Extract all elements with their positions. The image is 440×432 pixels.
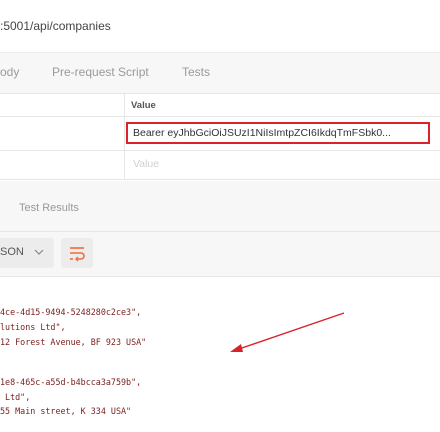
annotation-arrow-icon	[230, 312, 345, 352]
row-divider	[0, 150, 440, 151]
format-select[interactable]: SON	[0, 238, 54, 268]
request-url-bar[interactable]: :5001/api/companies	[0, 0, 440, 53]
response-tabs: Test Results	[0, 181, 440, 232]
code-line: Ltd",	[0, 392, 31, 402]
header-row-divider	[0, 116, 440, 117]
code-line: 1e8-465c-a55d-b4bcca3a759b",	[0, 377, 142, 387]
authorization-value-field[interactable]: Bearer eyJhbGciOiJSUzI1NiIsImtpZCI6IkdqT…	[126, 122, 430, 144]
column-divider	[124, 94, 125, 180]
postman-window: :5001/api/companies ody Pre-request Scri…	[0, 0, 440, 432]
request-url[interactable]: :5001/api/companies	[0, 19, 111, 33]
wrap-lines-icon	[70, 247, 85, 262]
authorization-value-text: Bearer eyJhbGciOiJSUzI1NiIsImtpZCI6IkdqT…	[133, 127, 391, 139]
tab-pre-request-script[interactable]: Pre-request Script	[52, 65, 149, 79]
code-line: 12 Forest Avenue, BF 923 USA"	[0, 337, 147, 347]
code-line: 4ce-4d15-9494-5248280c2ce3",	[0, 307, 142, 317]
tab-body[interactable]: ody	[0, 65, 19, 79]
headers-table: Value Bearer eyJhbGciOiJSUzI1NiIsImtpZCI…	[0, 94, 440, 180]
request-tabs: ody Pre-request Script Tests	[0, 53, 440, 94]
value-placeholder-field[interactable]: Value	[133, 158, 159, 170]
row-divider	[0, 179, 440, 180]
tab-test-results[interactable]: Test Results	[19, 202, 79, 214]
value-column-header: Value	[131, 100, 156, 111]
tab-tests[interactable]: Tests	[182, 65, 210, 79]
wrap-lines-button[interactable]	[61, 238, 93, 268]
code-line: 55 Main street, K 334 USA"	[0, 406, 132, 416]
code-line: lutions Ltd",	[0, 322, 66, 332]
format-label: SON	[0, 246, 24, 258]
response-toolbar: SON	[0, 232, 440, 277]
chevron-down-icon	[34, 249, 44, 255]
